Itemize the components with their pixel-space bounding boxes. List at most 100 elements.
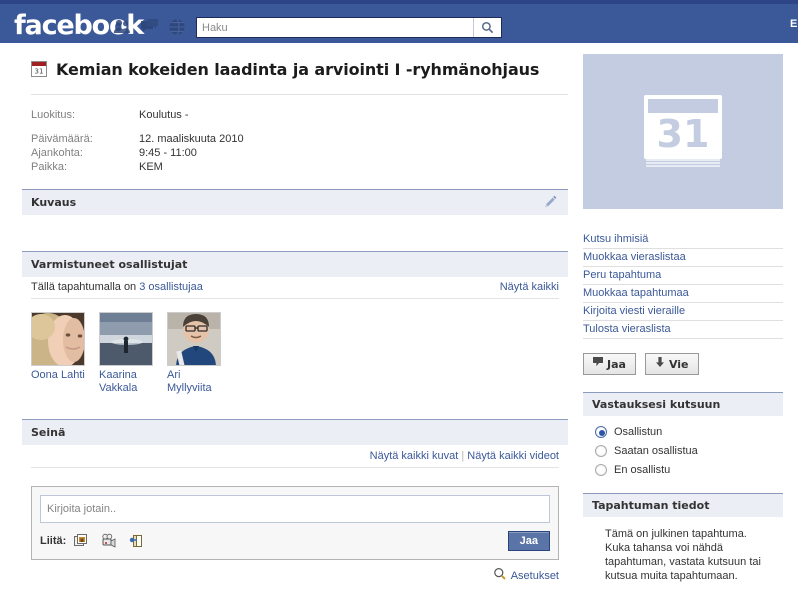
radio-icon[interactable] (595, 464, 607, 476)
sidebar-item-print-guestlist[interactable]: Tulosta vieraslista (583, 321, 783, 339)
settings-link[interactable]: Asetukset (511, 570, 559, 582)
attendee-name[interactable]: Kaarina Vakkala (99, 369, 153, 395)
attendee-name[interactable]: Oona Lahti (31, 369, 85, 382)
main-content-column: 31 Kemian kokeiden laadinta ja arviointi… (22, 52, 568, 584)
attendees-count-link[interactable]: 3 osallistujaa (139, 281, 203, 293)
right-sidebar: 31 Kutsu ihmisiä Muokkaa vieraslistaa Pe… (583, 54, 783, 583)
sidebar-item-message-guests[interactable]: Kirjoita viesti vieraille (583, 303, 783, 321)
export-button-label: Vie (668, 357, 689, 371)
svg-text:31: 31 (35, 68, 44, 76)
globe-icon[interactable] (167, 18, 187, 36)
description-header: Kuvaus (22, 190, 568, 215)
wall-body: Näytä kaikki kuvat | Näytä kaikki videot (22, 445, 568, 468)
attendees-section: Varmistuneet osallistujat Tällä tapahtum… (22, 251, 568, 405)
rsvp-option-label: Osallistun (614, 426, 663, 438)
event-details-text: Tämä on julkinen tapahtuma. Kuka tahansa… (605, 528, 761, 582)
info-value-luokitus: Koulutus - (139, 109, 189, 121)
wall-media-links: Näytä kaikki kuvat | Näytä kaikki videot (31, 445, 559, 468)
sidebar-item-edit-guestlist[interactable]: Muokkaa vieraslistaa (583, 249, 783, 267)
attach-label: Liitä: (40, 535, 67, 547)
photo-icon[interactable] (74, 533, 90, 549)
info-label-paikka: Paikka: (31, 161, 68, 173)
wall-header: Seinä (22, 420, 568, 445)
link-icon[interactable] (128, 533, 144, 549)
page-title: Kemian kokeiden laadinta ja arviointi I … (56, 59, 540, 79)
rsvp-heading: Vastauksesi kutsuun (583, 392, 783, 416)
settings-row: Asetukset (22, 567, 559, 584)
list-item: Ari Myllyviita (167, 312, 221, 395)
description-section: Kuvaus (22, 189, 568, 237)
event-title-row: 31 Kemian kokeiden laadinta ja arviointi… (22, 52, 568, 86)
sidebar-item-invite-people[interactable]: Kutsu ihmisiä (583, 231, 783, 249)
attendees-heading: Varmistuneet osallistujat (31, 258, 188, 271)
sidebar-item-edit-event[interactable]: Muokkaa tapahtumaa (583, 285, 783, 303)
rsvp-option-label: Saatan osallistua (614, 445, 698, 457)
table-row: Luokitus: Koulutus - (31, 109, 244, 123)
link-separator: | (461, 450, 465, 462)
pencil-icon[interactable] (543, 195, 558, 210)
event-details-heading: Tapahtuman tiedot (583, 493, 783, 517)
share-button[interactable]: Jaa (507, 531, 550, 551)
sidebar-links: Kutsu ihmisiä Muokkaa vieraslistaa Peru … (583, 231, 783, 339)
share-event-button[interactable]: Jaa (583, 353, 636, 375)
radio-icon-selected[interactable] (595, 426, 607, 438)
post-composer: Liitä: (31, 486, 559, 560)
magnifier-icon (493, 567, 507, 584)
rsvp-option-label: En osallistu (614, 464, 671, 476)
search-input[interactable] (197, 18, 473, 37)
list-item: Oona Lahti (31, 312, 85, 395)
sidebar-item-cancel-event[interactable]: Peru tapahtuma (583, 267, 783, 285)
description-body (22, 215, 568, 237)
info-label-paivamaara: Päivämäärä: (31, 133, 93, 145)
table-row: Päivämäärä: 12. maaliskuuta 2010 (31, 123, 244, 147)
avatar[interactable] (31, 312, 85, 366)
attendee-name[interactable]: Ari Myllyviita (167, 369, 221, 395)
attendees-header: Varmistuneet osallistujat (22, 252, 568, 277)
attendees-body: Tällä tapahtumalla on 3 osallistujaa Näy… (22, 277, 568, 405)
rsvp-option-maybe[interactable]: Saatan osallistua (595, 445, 783, 457)
attendees-show-all-link[interactable]: Näytä kaikki (500, 281, 559, 293)
download-arrow-icon (655, 357, 665, 371)
wall-section: Seinä Näytä kaikki kuvat | Näytä kaikki … (22, 419, 568, 468)
info-label-ajankohta: Ajankohta: (31, 147, 83, 159)
attendees-count-prefix: Tällä tapahtumalla on (31, 281, 140, 293)
event-info-table: Luokitus: Koulutus - Päivämäärä: 12. maa… (31, 109, 244, 175)
top-navigation-bar: facebook E (0, 0, 798, 43)
info-value-paikka: KEM (139, 161, 163, 173)
composer-toolbar: Liitä: Jaa (40, 531, 550, 551)
calendar-31-icon: 31 (31, 61, 47, 77)
search-box[interactable] (196, 17, 502, 38)
messages-icon[interactable] (140, 18, 160, 36)
attendees-list: Oona Lahti Kaarina Vakkala Ari Myllyviit… (31, 299, 559, 405)
export-event-button[interactable]: Vie (644, 353, 699, 375)
svg-text:31: 31 (657, 112, 710, 156)
title-divider (31, 94, 568, 95)
sidebar-buttons: Jaa Vie (583, 353, 783, 375)
wall-heading: Seinä (31, 426, 66, 439)
search-icon (481, 21, 494, 34)
rsvp-option-attending[interactable]: Osallistun (595, 426, 783, 438)
info-label-luokitus: Luokitus: (31, 109, 76, 121)
rsvp-box: Vastauksesi kutsuun Osallistun Saatan os… (583, 392, 783, 476)
info-value-paivamaara: 12. maaliskuuta 2010 (139, 133, 244, 145)
composer-input[interactable] (40, 495, 550, 523)
table-row: Paikka: KEM (31, 161, 244, 175)
radio-icon[interactable] (595, 445, 607, 457)
attendees-count-text: Tällä tapahtumalla on 3 osallistujaa (31, 281, 203, 293)
avatar[interactable] (99, 312, 153, 366)
rsvp-option-not-attending[interactable]: En osallistu (595, 464, 783, 476)
show-all-videos-link[interactable]: Näytä kaikki videot (467, 450, 559, 462)
share-flag-icon (593, 357, 603, 371)
friends-icon[interactable] (112, 18, 132, 36)
search-button[interactable] (473, 18, 501, 37)
table-row: Ajankohta: 9:45 - 11:00 (31, 147, 244, 161)
calendar-31-large-icon: 31 (583, 54, 783, 209)
list-item: Kaarina Vakkala (99, 312, 153, 395)
rsvp-options: Osallistun Saatan osallistua En osallist… (583, 416, 783, 476)
attendees-count-row: Tällä tapahtumalla on 3 osallistujaa Näy… (31, 277, 559, 299)
video-icon[interactable] (101, 533, 117, 549)
nav-home-link-clipped[interactable]: E (790, 18, 798, 30)
avatar[interactable] (167, 312, 221, 366)
show-all-photos-link[interactable]: Näytä kaikki kuvat (370, 450, 459, 462)
share-button-label: Jaa (607, 357, 626, 371)
